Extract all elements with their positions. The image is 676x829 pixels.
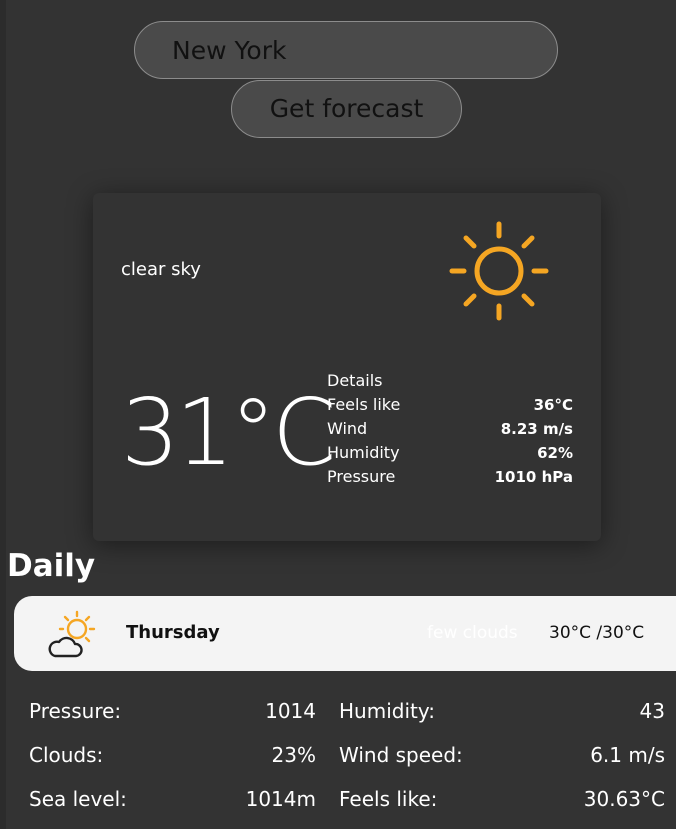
detail-row-pressure: Pressure 1010 hPa <box>327 465 573 489</box>
daily-stats-left: Pressure: 1014 Clouds: 23% Sea level: 10… <box>29 693 316 825</box>
stat-value: 1014m <box>245 787 316 811</box>
left-edge-strip <box>0 0 6 829</box>
stat-value: 43 <box>639 699 665 723</box>
detail-row-humidity: Humidity 62% <box>327 441 573 465</box>
current-temperature: 31°C <box>121 379 336 486</box>
detail-value: 62% <box>537 444 573 462</box>
detail-value: 8.23 m/s <box>500 420 573 438</box>
daily-forecast-row-thursday[interactable]: Thursday few clouds 30°C /30°C <box>14 596 676 671</box>
weather-description: clear sky <box>121 259 201 280</box>
detail-row-wind: Wind 8.23 m/s <box>327 417 573 441</box>
daily-stats-right: Humidity: 43 Wind speed: 6.1 m/s Feels l… <box>339 693 665 825</box>
stat-label: Sea level: <box>29 787 127 811</box>
stat-value: 6.1 m/s <box>590 743 665 767</box>
current-weather-card: clear sky 31°C Details Feels like 36°C W… <box>93 193 601 541</box>
stat-row-sea-level: Sea level: 1014m <box>29 781 316 825</box>
weather-details: Details Feels like 36°C Wind 8.23 m/s Hu… <box>327 369 573 489</box>
detail-label: Feels like <box>327 395 401 414</box>
stat-label: Wind speed: <box>339 743 463 767</box>
sun-icon <box>449 221 549 321</box>
sun-behind-cloud-icon <box>48 610 96 658</box>
daily-day-name: Thursday <box>126 622 220 643</box>
details-header: Details <box>327 369 573 393</box>
detail-row-feels-like: Feels like 36°C <box>327 393 573 417</box>
get-forecast-button[interactable]: Get forecast <box>231 80 462 138</box>
stat-row-wind-speed: Wind speed: 6.1 m/s <box>339 737 665 781</box>
detail-label: Pressure <box>327 467 396 486</box>
details-title: Details <box>327 371 383 390</box>
stat-label: Pressure: <box>29 699 122 723</box>
stat-label: Feels like: <box>339 787 438 811</box>
stat-label: Clouds: <box>29 743 104 767</box>
daily-min-max-temperature: 30°C /30°C <box>549 623 645 643</box>
stat-value: 1014 <box>265 699 316 723</box>
city-search-input[interactable] <box>134 21 558 79</box>
detail-label: Humidity <box>327 443 400 462</box>
stat-value: 30.63°C <box>583 787 665 811</box>
stat-row-humidity: Humidity: 43 <box>339 693 665 737</box>
daily-section-title: Daily <box>7 548 96 584</box>
detail-value: 1010 hPa <box>494 468 573 486</box>
stat-row-pressure: Pressure: 1014 <box>29 693 316 737</box>
stat-label: Humidity: <box>339 699 435 723</box>
stat-row-clouds: Clouds: 23% <box>29 737 316 781</box>
stat-value: 23% <box>271 743 316 767</box>
stat-row-feels-like: Feels like: 30.63°C <box>339 781 665 825</box>
detail-label: Wind <box>327 419 368 438</box>
daily-condition: few clouds <box>427 623 518 643</box>
detail-value: 36°C <box>533 396 573 414</box>
